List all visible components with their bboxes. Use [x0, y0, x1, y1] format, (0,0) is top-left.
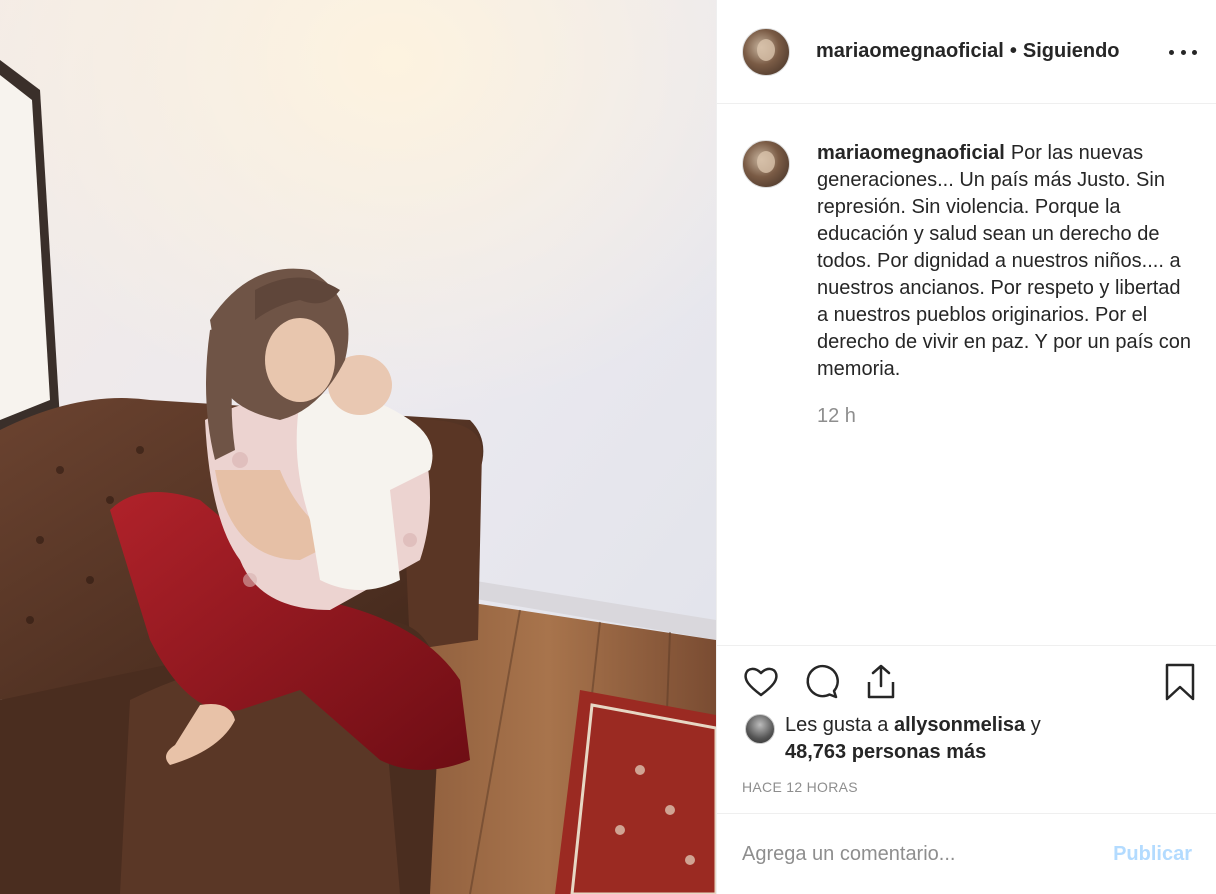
caption-username-link[interactable]: mariaomegnaoficial — [817, 142, 1005, 164]
post-photo-illustration — [0, 0, 716, 894]
heart-icon-svg — [744, 667, 778, 697]
post-timestamp[interactable]: HACE 12 HORAS — [742, 779, 858, 795]
share-icon-svg — [867, 664, 895, 699]
bookmark-icon[interactable] — [1160, 662, 1200, 702]
comment-icon[interactable] — [801, 662, 841, 702]
dot-icon — [1192, 49, 1197, 55]
relative-time[interactable]: 12 h — [817, 405, 1197, 428]
comment-input[interactable] — [742, 842, 1114, 866]
post-side-panel: mariaomegnaoficial • Siguiendo mariaomeg… — [716, 0, 1216, 894]
caption-content: Por las nuevas generaciones... Un país m… — [817, 142, 1191, 380]
more-options-icon[interactable] — [1169, 40, 1197, 64]
post-header: mariaomegnaoficial • Siguiendo — [717, 0, 1216, 104]
action-bar — [717, 645, 1216, 720]
post-photo[interactable] — [0, 0, 716, 894]
likes-connector: y — [1030, 714, 1041, 736]
share-icon[interactable] — [861, 662, 901, 702]
likes-summary: Les gusta a allysonmelisa y 48,763 perso… — [745, 712, 1185, 766]
bookmark-icon-svg — [1165, 663, 1195, 701]
likes-text: Les gusta a allysonmelisa y 48,763 perso… — [785, 712, 1041, 766]
dot-icon — [1180, 49, 1186, 55]
avatar[interactable] — [742, 27, 790, 76]
liked-by-username-link[interactable]: allysonmelisa — [894, 714, 1025, 736]
comment-icon-svg — [806, 664, 839, 699]
publish-button[interactable]: Publicar — [1113, 843, 1192, 866]
comment-bar: Publicar — [717, 813, 1216, 894]
username-link[interactable]: mariaomegnaoficial — [816, 40, 1004, 63]
likes-count-link[interactable]: 48,763 personas más — [785, 741, 986, 763]
heart-icon[interactable] — [741, 662, 781, 702]
follow-status-button[interactable]: Siguiendo — [1023, 40, 1120, 63]
dot-icon — [1169, 49, 1174, 55]
header-separator: • — [1009, 40, 1017, 62]
caption-text: mariaomegnaoficial Por las nuevas generac… — [817, 140, 1197, 383]
likes-prefix: Les gusta a — [785, 714, 889, 736]
caption-avatar[interactable] — [742, 140, 790, 188]
liker-avatar[interactable] — [745, 714, 775, 744]
post-caption: mariaomegnaoficial Por las nuevas generac… — [742, 140, 1202, 428]
caption-body: mariaomegnaoficial Por las nuevas generac… — [817, 140, 1197, 428]
